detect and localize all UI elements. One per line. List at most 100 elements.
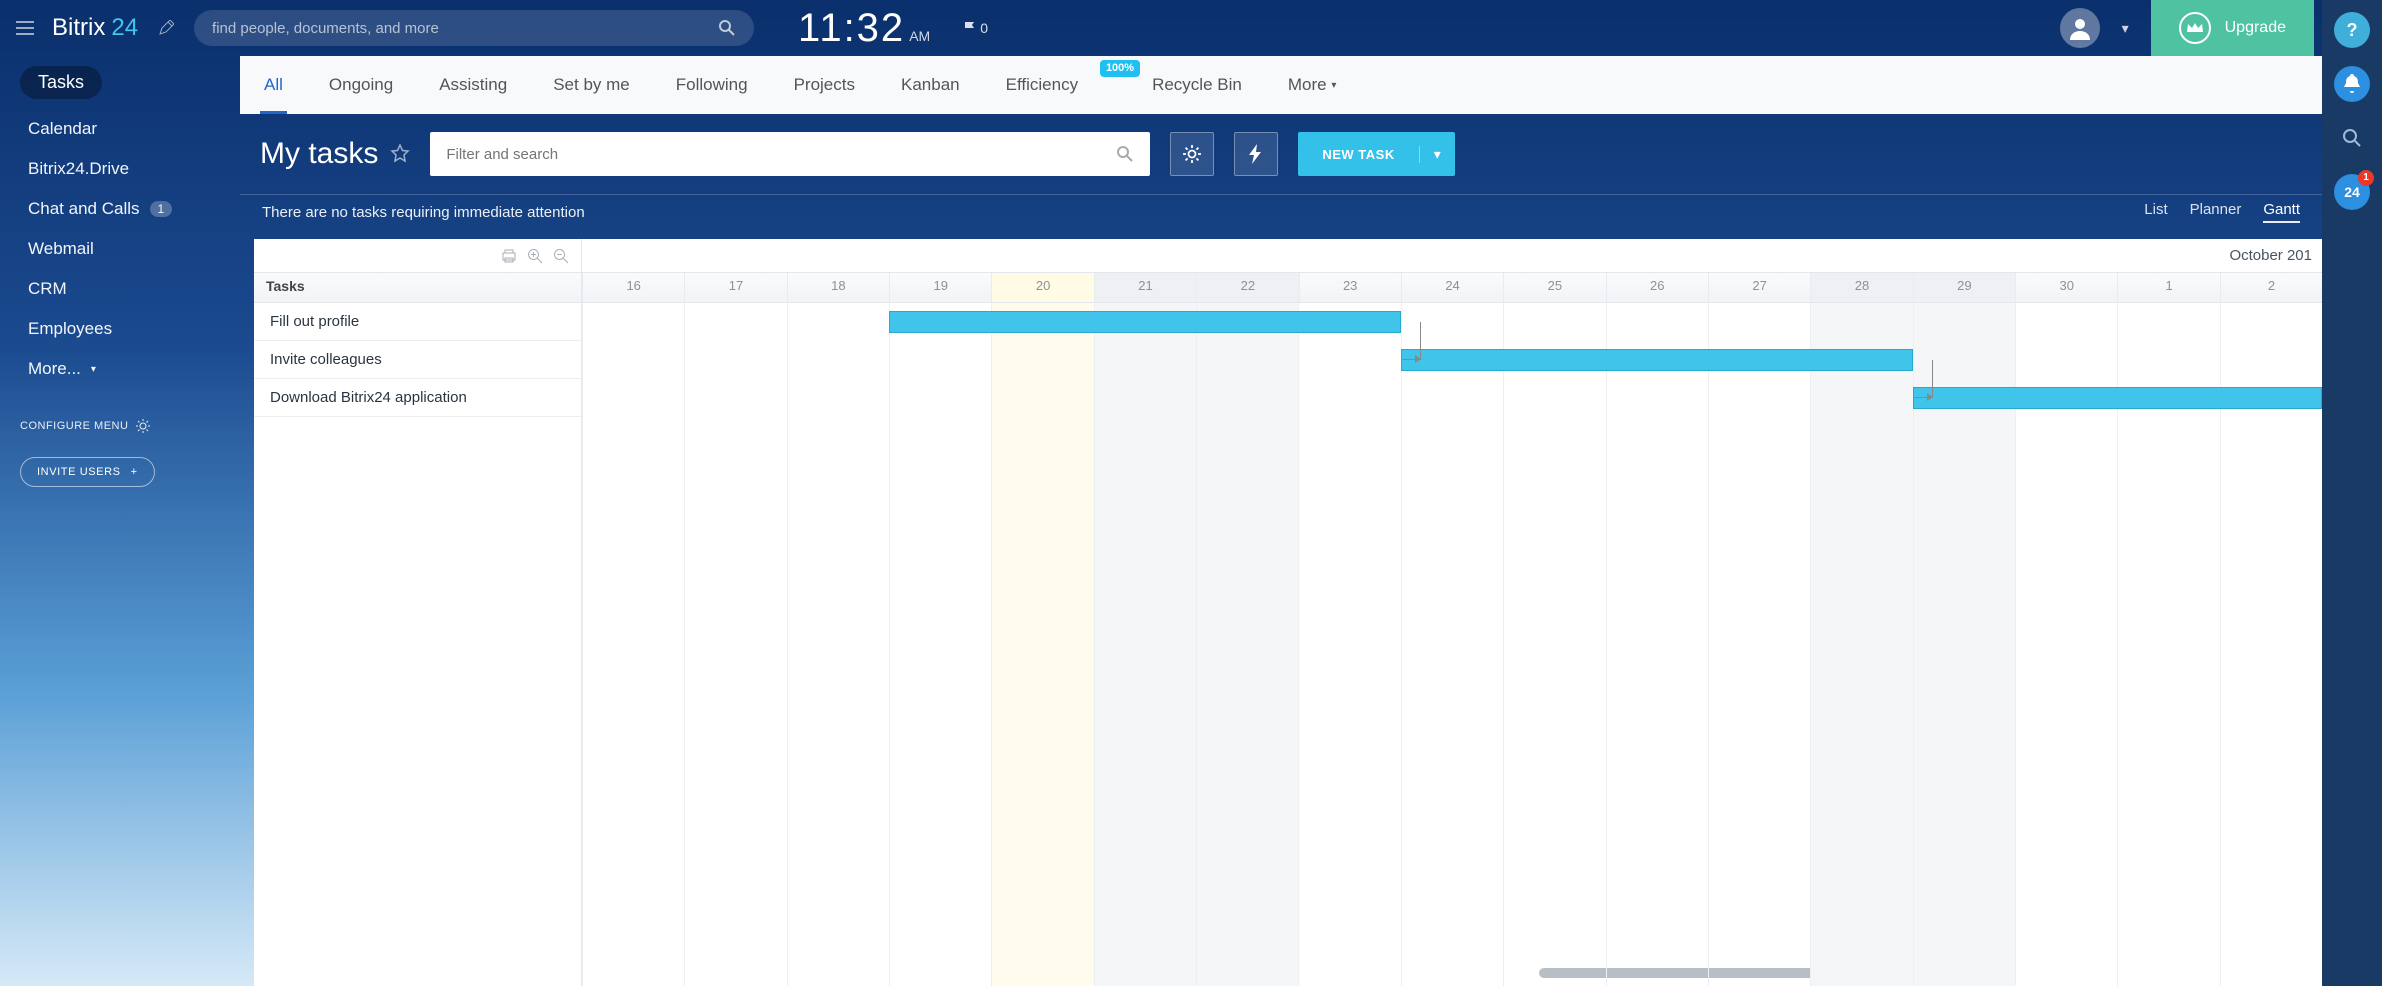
upgrade-label: Upgrade xyxy=(2225,19,2286,37)
gantt-toolbar: October 201 xyxy=(254,239,2322,273)
task-row[interactable]: Download Bitrix24 application xyxy=(254,379,581,417)
sidebar-item-crm[interactable]: CRM xyxy=(20,269,240,309)
avatar[interactable] xyxy=(2060,8,2100,48)
rail-search-button[interactable] xyxy=(2334,120,2370,156)
efficiency-badge: 100% xyxy=(1100,60,1140,77)
gear-icon xyxy=(136,419,150,433)
global-search-input[interactable] xyxy=(212,20,718,37)
gantt-chart: October 201 Tasks 1617181920212223242526… xyxy=(254,239,2322,986)
gantt-day-header: 25 xyxy=(1503,273,1605,302)
print-icon[interactable] xyxy=(501,248,517,264)
sidebar-item-chat[interactable]: Chat and Calls 1 xyxy=(20,189,240,229)
sidebar-item-tasks[interactable]: Tasks xyxy=(20,66,102,99)
new-task-label: NEW TASK xyxy=(1298,148,1418,161)
gantt-body: Fill out profileInvite colleaguesDownloa… xyxy=(254,303,2322,986)
view-list[interactable]: List xyxy=(2144,201,2167,223)
tab-label: Efficiency xyxy=(1006,75,1078,95)
gantt-day-header: 22 xyxy=(1196,273,1298,302)
content: All Ongoing Assisting Set by me Followin… xyxy=(240,56,2322,986)
task-row[interactable]: Fill out profile xyxy=(254,303,581,341)
tab-recycle-bin[interactable]: Recycle Bin xyxy=(1148,56,1246,114)
notification-badge: 1 xyxy=(2358,170,2374,186)
tab-label: Recycle Bin xyxy=(1152,75,1242,95)
upgrade-button[interactable]: Upgrade xyxy=(2151,0,2314,56)
tab-ongoing[interactable]: Ongoing xyxy=(325,56,397,114)
tab-following[interactable]: Following xyxy=(672,56,752,114)
sidebar-item-label: CRM xyxy=(28,279,67,299)
global-search[interactable] xyxy=(194,10,754,46)
gantt-day-header: 16 xyxy=(582,273,684,302)
tab-label: Ongoing xyxy=(329,75,393,95)
clock-time: 11:32 xyxy=(798,8,905,48)
filter-search-input[interactable] xyxy=(446,146,1116,163)
page-title: My tasks xyxy=(260,139,410,169)
help-button[interactable]: ? xyxy=(2334,12,2370,48)
lightning-icon xyxy=(1249,144,1263,164)
sidebar-item-label: More... xyxy=(28,359,81,379)
invite-users-label: INVITE USERS xyxy=(37,466,121,478)
gantt-day-header: 21 xyxy=(1094,273,1196,302)
filter-search[interactable] xyxy=(430,132,1150,176)
crown-icon xyxy=(2179,12,2211,44)
task-tabs: All Ongoing Assisting Set by me Followin… xyxy=(240,56,2322,114)
zoom-in-icon[interactable] xyxy=(527,248,543,264)
search-icon xyxy=(1116,145,1134,163)
sidebar-item-label: Webmail xyxy=(28,239,94,259)
sidebar-item-more[interactable]: More... ▾ xyxy=(20,349,240,389)
sidebar-item-label: Calendar xyxy=(28,119,97,139)
sidebar-item-webmail[interactable]: Webmail xyxy=(20,229,240,269)
tab-label: Assisting xyxy=(439,75,507,95)
gantt-bar[interactable] xyxy=(1913,387,2322,409)
tab-assisting[interactable]: Assisting xyxy=(435,56,511,114)
settings-button[interactable] xyxy=(1170,132,1214,176)
sidebar-item-drive[interactable]: Bitrix24.Drive xyxy=(20,149,240,189)
view-gantt[interactable]: Gantt xyxy=(2263,201,2300,223)
gantt-day-header: 28 xyxy=(1810,273,1912,302)
menu-toggle-icon[interactable] xyxy=(12,17,38,39)
new-task-dropdown[interactable]: ▾ xyxy=(1419,146,1455,163)
logo[interactable]: Bitrix 24 xyxy=(52,14,138,42)
bitrix24-button[interactable]: 24 1 xyxy=(2334,174,2370,210)
tab-kanban[interactable]: Kanban xyxy=(897,56,964,114)
tab-efficiency[interactable]: Efficiency 100% xyxy=(1002,56,1110,114)
tab-set-by-me[interactable]: Set by me xyxy=(549,56,634,114)
configure-menu[interactable]: CONFIGURE MENU xyxy=(20,419,240,433)
gantt-day-header: 26 xyxy=(1606,273,1708,302)
configure-menu-label: CONFIGURE MENU xyxy=(20,420,128,432)
page-header: My tasks NEW TASK ▾ xyxy=(240,114,2322,194)
gantt-bar[interactable] xyxy=(889,311,1401,333)
gantt-day-header: 27 xyxy=(1708,273,1810,302)
user-icon xyxy=(2068,16,2092,40)
clock-ampm: AM xyxy=(909,29,930,43)
new-task-button[interactable]: NEW TASK ▾ xyxy=(1298,132,1454,176)
tab-projects[interactable]: Projects xyxy=(790,56,859,114)
edit-icon[interactable] xyxy=(152,14,180,42)
flag-count: 0 xyxy=(980,20,988,36)
automate-button[interactable] xyxy=(1234,132,1278,176)
sidebar-item-calendar[interactable]: Calendar xyxy=(20,109,240,149)
tab-label: Kanban xyxy=(901,75,960,95)
topbar: Bitrix 24 11:32 AM 0 ▾ Upgrade xyxy=(0,0,2322,56)
gantt-bar[interactable] xyxy=(1401,349,1913,371)
task-row[interactable]: Invite colleagues xyxy=(254,341,581,379)
chat-count-badge: 1 xyxy=(150,201,173,217)
sidebar-item-employees[interactable]: Employees xyxy=(20,309,240,349)
chevron-down-icon: ▾ xyxy=(1331,80,1336,91)
gantt-day-header: 23 xyxy=(1299,273,1401,302)
tab-all[interactable]: All xyxy=(260,56,287,114)
gantt-dependency-link xyxy=(1401,322,1421,360)
view-planner[interactable]: Planner xyxy=(2190,201,2242,223)
invite-users-button[interactable]: INVITE USERS + xyxy=(20,457,155,487)
zoom-out-icon[interactable] xyxy=(553,248,569,264)
sidebar-item-label: Employees xyxy=(28,319,112,339)
tab-label: More xyxy=(1288,75,1327,95)
tab-more[interactable]: More ▾ xyxy=(1284,56,1341,114)
gantt-month-label: October 201 xyxy=(2229,247,2322,264)
notifications-flag[interactable]: 0 xyxy=(964,20,988,36)
user-menu-caret[interactable]: ▾ xyxy=(2114,20,2137,37)
gantt-day-header: 17 xyxy=(684,273,786,302)
clock[interactable]: 11:32 AM xyxy=(798,8,930,48)
tab-label: Following xyxy=(676,75,748,95)
notifications-button[interactable] xyxy=(2334,66,2370,102)
star-icon[interactable] xyxy=(390,144,410,164)
